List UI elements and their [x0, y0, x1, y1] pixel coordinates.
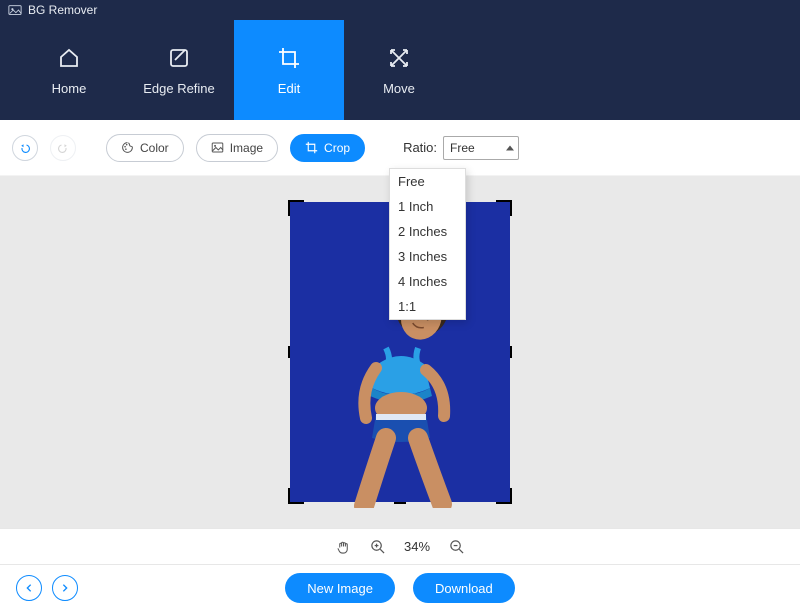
move-icon [386, 45, 412, 71]
app-logo-icon [8, 3, 22, 17]
ratio-option[interactable]: 1:1 [390, 294, 465, 319]
nav-edit[interactable]: Edit [234, 20, 344, 120]
nav-label: Home [52, 81, 87, 96]
zoom-level: 34% [404, 539, 430, 554]
main-nav: Home Edge Refine Edit Move [0, 20, 800, 120]
crop-handle-tl[interactable] [288, 200, 304, 216]
color-button[interactable]: Color [106, 134, 184, 162]
ratio-label: Ratio: [403, 140, 437, 155]
nav-edge-refine[interactable]: Edge Refine [124, 20, 234, 120]
pan-hand-icon[interactable] [336, 539, 352, 555]
next-image-button[interactable] [52, 575, 78, 601]
nav-label: Edge Refine [143, 81, 215, 96]
ratio-option[interactable]: 4 Inches [390, 269, 465, 294]
crop-handle-left[interactable] [288, 346, 290, 358]
color-label: Color [140, 141, 169, 155]
crop-handle-br[interactable] [496, 488, 512, 504]
ratio-selected-value: Free [450, 141, 475, 155]
palette-icon [121, 141, 134, 154]
ratio-dropdown: Free 1 Inch 2 Inches 3 Inches 4 Inches 1… [389, 168, 466, 320]
titlebar: BG Remover [0, 0, 800, 20]
crop-icon [276, 45, 302, 71]
nav-move[interactable]: Move [344, 20, 454, 120]
home-icon [56, 45, 82, 71]
image-label: Image [230, 141, 263, 155]
download-button[interactable]: Download [413, 573, 515, 603]
zoom-in-button[interactable] [370, 539, 386, 555]
crop-handle-bl[interactable] [288, 488, 304, 504]
new-image-button[interactable]: New Image [285, 573, 395, 603]
ratio-option[interactable]: 2 Inches [390, 219, 465, 244]
ratio-option[interactable]: 3 Inches [390, 244, 465, 269]
image-icon [211, 141, 224, 154]
zoom-out-button[interactable] [448, 539, 464, 555]
ratio-option[interactable]: 1 Inch [390, 194, 465, 219]
crop-handle-right[interactable] [510, 346, 512, 358]
image-button[interactable]: Image [196, 134, 278, 162]
prev-image-button[interactable] [16, 575, 42, 601]
app-title: BG Remover [28, 3, 97, 17]
crop-tool-icon [305, 141, 318, 154]
nav-label: Edit [278, 81, 300, 96]
zoom-bar: 34% [0, 528, 800, 564]
ratio-option[interactable]: Free [390, 169, 465, 194]
undo-button[interactable] [12, 135, 38, 161]
ratio-select[interactable]: Free [443, 136, 519, 160]
redo-button[interactable] [50, 135, 76, 161]
crop-label: Crop [324, 141, 350, 155]
crop-button[interactable]: Crop [290, 134, 365, 162]
edge-refine-icon [166, 45, 192, 71]
footer: New Image Download [0, 564, 800, 611]
crop-handle-tr[interactable] [496, 200, 512, 216]
ratio-control: Ratio: Free [403, 136, 519, 160]
chevron-up-icon [506, 145, 514, 150]
nav-home[interactable]: Home [14, 20, 124, 120]
nav-label: Move [383, 81, 415, 96]
